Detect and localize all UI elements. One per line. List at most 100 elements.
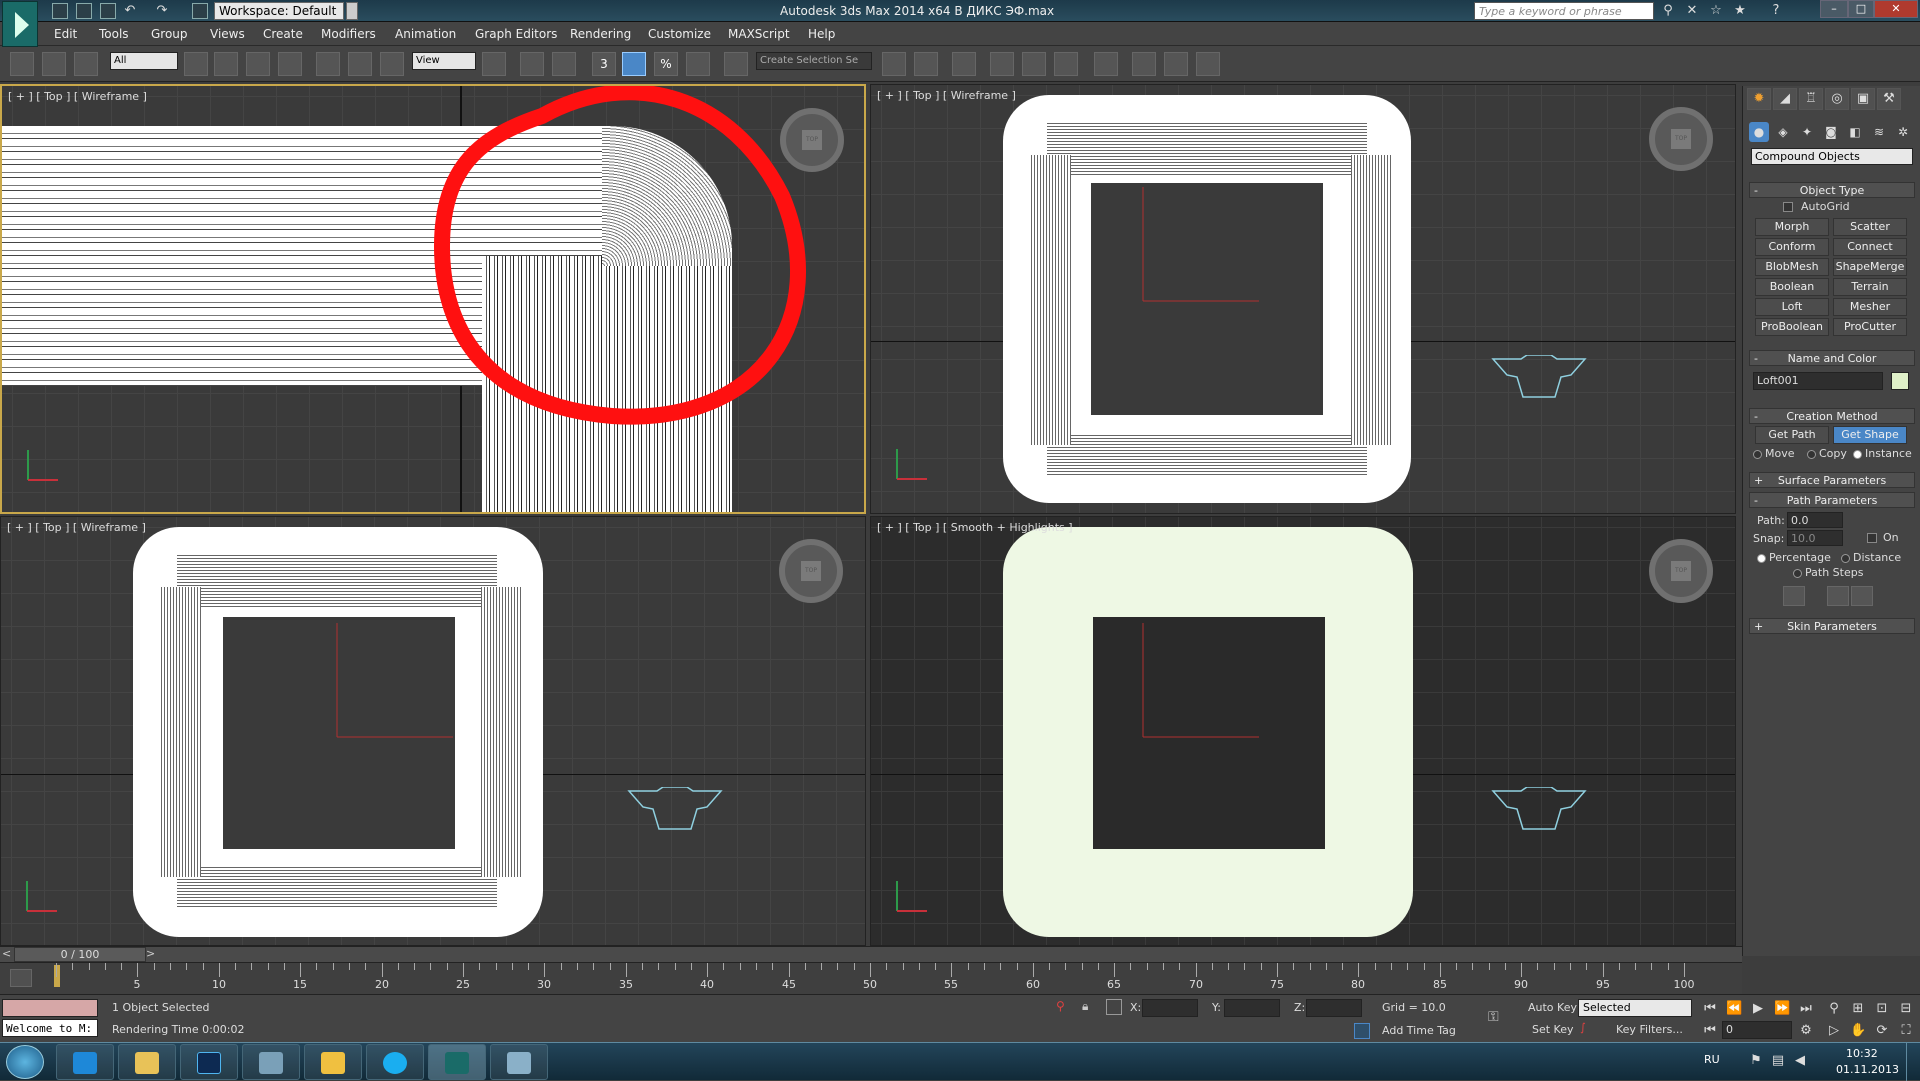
time-tag-icon[interactable]	[1354, 1023, 1370, 1039]
set-key-icon[interactable]: ⚿	[1488, 1009, 1516, 1027]
snaps-toggle-icon[interactable]: 3	[592, 52, 616, 76]
maximize-button[interactable]: □	[1848, 0, 1874, 18]
mesher-button[interactable]: Mesher	[1833, 298, 1907, 316]
named-selection-set-dropdown[interactable]: Create Selection Se	[756, 52, 872, 70]
menu-group[interactable]: Group	[151, 27, 188, 41]
new-file-icon[interactable]	[52, 3, 68, 19]
pick-shape-icon[interactable]	[1783, 586, 1805, 606]
motion-tab-icon[interactable]: ◎	[1825, 88, 1849, 110]
language-indicator[interactable]: RU	[1704, 1053, 1720, 1066]
keyboard-shortcut-icon[interactable]	[552, 52, 576, 76]
taskbar-explorer[interactable]	[118, 1044, 176, 1080]
skin-parameters-rollout[interactable]: + Skin Parameters	[1749, 618, 1915, 634]
menu-help[interactable]: Help	[808, 27, 835, 41]
material-editor-icon[interactable]	[1094, 52, 1118, 76]
viewport-label[interactable]: [ + ] [ Top ] [ Wireframe ]	[7, 521, 146, 534]
link-icon[interactable]	[10, 52, 34, 76]
loft-button[interactable]: Loft	[1755, 298, 1829, 316]
taskbar-window[interactable]	[490, 1044, 548, 1080]
viewport-label[interactable]: [ + ] [ Top ] [ Wireframe ]	[877, 89, 1016, 102]
menu-create[interactable]: Create	[263, 27, 303, 41]
shapemerge-button[interactable]: ShapeMerge	[1833, 258, 1907, 276]
next-frame-arrow[interactable]: >	[146, 947, 158, 962]
rotate-icon[interactable]	[348, 52, 372, 76]
set-key-button[interactable]: Set Key	[1532, 1023, 1574, 1036]
create-tab-icon[interactable]: ✹	[1747, 88, 1771, 110]
key-tangent-icon[interactable]: ∫	[1580, 1021, 1596, 1039]
cameras-icon[interactable]: ◙	[1821, 122, 1841, 142]
select-by-name-icon[interactable]	[214, 52, 238, 76]
helpers-icon[interactable]: ◧	[1845, 122, 1865, 142]
binoculars-icon[interactable]: ⚲	[1660, 3, 1676, 19]
autogrid-checkbox[interactable]	[1783, 202, 1793, 212]
terrain-button[interactable]: Terrain	[1833, 278, 1907, 296]
clock-time[interactable]: 10:32	[1846, 1047, 1878, 1060]
mini-curve-editor-icon[interactable]	[10, 969, 32, 987]
goto-start-icon[interactable]: ⏮	[1702, 1001, 1718, 1017]
orbit-icon[interactable]: ⟳	[1874, 1023, 1890, 1039]
zoom-extents-all-icon[interactable]: ⊟	[1898, 1001, 1914, 1017]
display-tab-icon[interactable]: ▣	[1851, 88, 1875, 110]
loft-profile-shape[interactable]	[1491, 787, 1587, 833]
x-coordinate-field[interactable]	[1142, 999, 1198, 1017]
rectangular-selection-icon[interactable]	[246, 52, 270, 76]
spacewarps-icon[interactable]: ≋	[1869, 122, 1889, 142]
tools-icon[interactable]: ✕	[1684, 3, 1700, 19]
help-icon[interactable]: ?	[1768, 3, 1784, 19]
instance-radio[interactable]	[1853, 450, 1862, 459]
current-frame-field[interactable]: 0	[1722, 1021, 1792, 1039]
viewport-top-right[interactable]: [ + ] [ Top ] [ Wireframe ]	[870, 84, 1736, 514]
path-parameters-rollout[interactable]: - Path Parameters	[1749, 492, 1915, 508]
percentage-radio[interactable]	[1757, 554, 1766, 563]
viewport-label[interactable]: [ + ] [ Top ] [ Smooth + Highlights ]	[877, 521, 1073, 534]
category-dropdown[interactable]: Compound Objects	[1751, 148, 1913, 165]
viewport-bottom-right[interactable]: [ + ] [ Top ] [ Smooth + Highlights ]	[870, 516, 1736, 946]
viewcube-icon[interactable]	[1649, 539, 1713, 603]
zoom-extents-icon[interactable]: ⊡	[1874, 1001, 1890, 1017]
procutter-button[interactable]: ProCutter	[1833, 318, 1907, 336]
surface-parameters-rollout[interactable]: + Surface Parameters	[1749, 472, 1915, 488]
start-button[interactable]	[6, 1045, 44, 1079]
move-radio[interactable]	[1753, 450, 1762, 459]
play-icon[interactable]: ▶	[1750, 1001, 1766, 1017]
taskbar-media[interactable]	[242, 1044, 300, 1080]
viewcube-icon[interactable]	[779, 539, 843, 603]
menu-animation[interactable]: Animation	[395, 27, 456, 41]
object-type-rollout[interactable]: - Object Type	[1749, 182, 1915, 198]
viewport-label[interactable]: [ + ] [ Top ] [ Wireframe ]	[8, 90, 147, 103]
taskbar-photoshop[interactable]	[180, 1044, 238, 1080]
blobmesh-button[interactable]: BlobMesh	[1755, 258, 1829, 276]
select-manipulate-icon[interactable]	[520, 52, 544, 76]
menu-customize[interactable]: Customize	[648, 27, 711, 41]
angle-snap-icon[interactable]	[622, 52, 646, 76]
volume-icon[interactable]: ◀	[1792, 1053, 1808, 1069]
path-spinner[interactable]: 0.0	[1787, 512, 1843, 528]
prev-frame-arrow[interactable]: <	[2, 947, 14, 962]
unlink-icon[interactable]	[42, 52, 66, 76]
hierarchy-tab-icon[interactable]: ♖	[1799, 88, 1823, 110]
object-name-field[interactable]: Loft001	[1753, 372, 1883, 390]
track-bar[interactable]: 5 10 15 20 25 30 35 40 45 50 55 60 65 70 75 80 85 90 95 100	[0, 962, 1742, 994]
time-config-icon[interactable]: ⚙	[1798, 1023, 1814, 1039]
menu-graph-editors[interactable]: Graph Editors	[475, 27, 557, 41]
morph-button[interactable]: Morph	[1755, 218, 1829, 236]
mirror-icon[interactable]	[882, 52, 906, 76]
menu-modifiers[interactable]: Modifiers	[321, 27, 376, 41]
select-object-icon[interactable]	[184, 52, 208, 76]
viewcube-icon[interactable]	[1649, 107, 1713, 171]
lock-icon[interactable]: 🔒︎	[1082, 999, 1096, 1015]
save-file-icon[interactable]	[100, 3, 116, 19]
schematic-view-icon[interactable]	[1054, 52, 1078, 76]
network-icon[interactable]: ▤	[1770, 1053, 1786, 1069]
render-setup-icon[interactable]	[1132, 52, 1156, 76]
key-mode-toggle-icon[interactable]: ⏮	[1702, 1023, 1718, 1039]
z-coordinate-field[interactable]	[1306, 999, 1362, 1017]
utilities-tab-icon[interactable]: ⚒	[1877, 88, 1901, 110]
geometry-icon[interactable]: ●	[1749, 122, 1769, 142]
copy-radio[interactable]	[1807, 450, 1816, 459]
maxscript-input[interactable]: Welcome to M:	[2, 1019, 98, 1037]
star-icon[interactable]: ☆	[1708, 3, 1724, 19]
maxscript-listener-mini[interactable]	[2, 999, 98, 1017]
selection-filter-dropdown[interactable]: All	[110, 52, 178, 70]
flag-icon[interactable]: ⚑	[1748, 1053, 1764, 1069]
